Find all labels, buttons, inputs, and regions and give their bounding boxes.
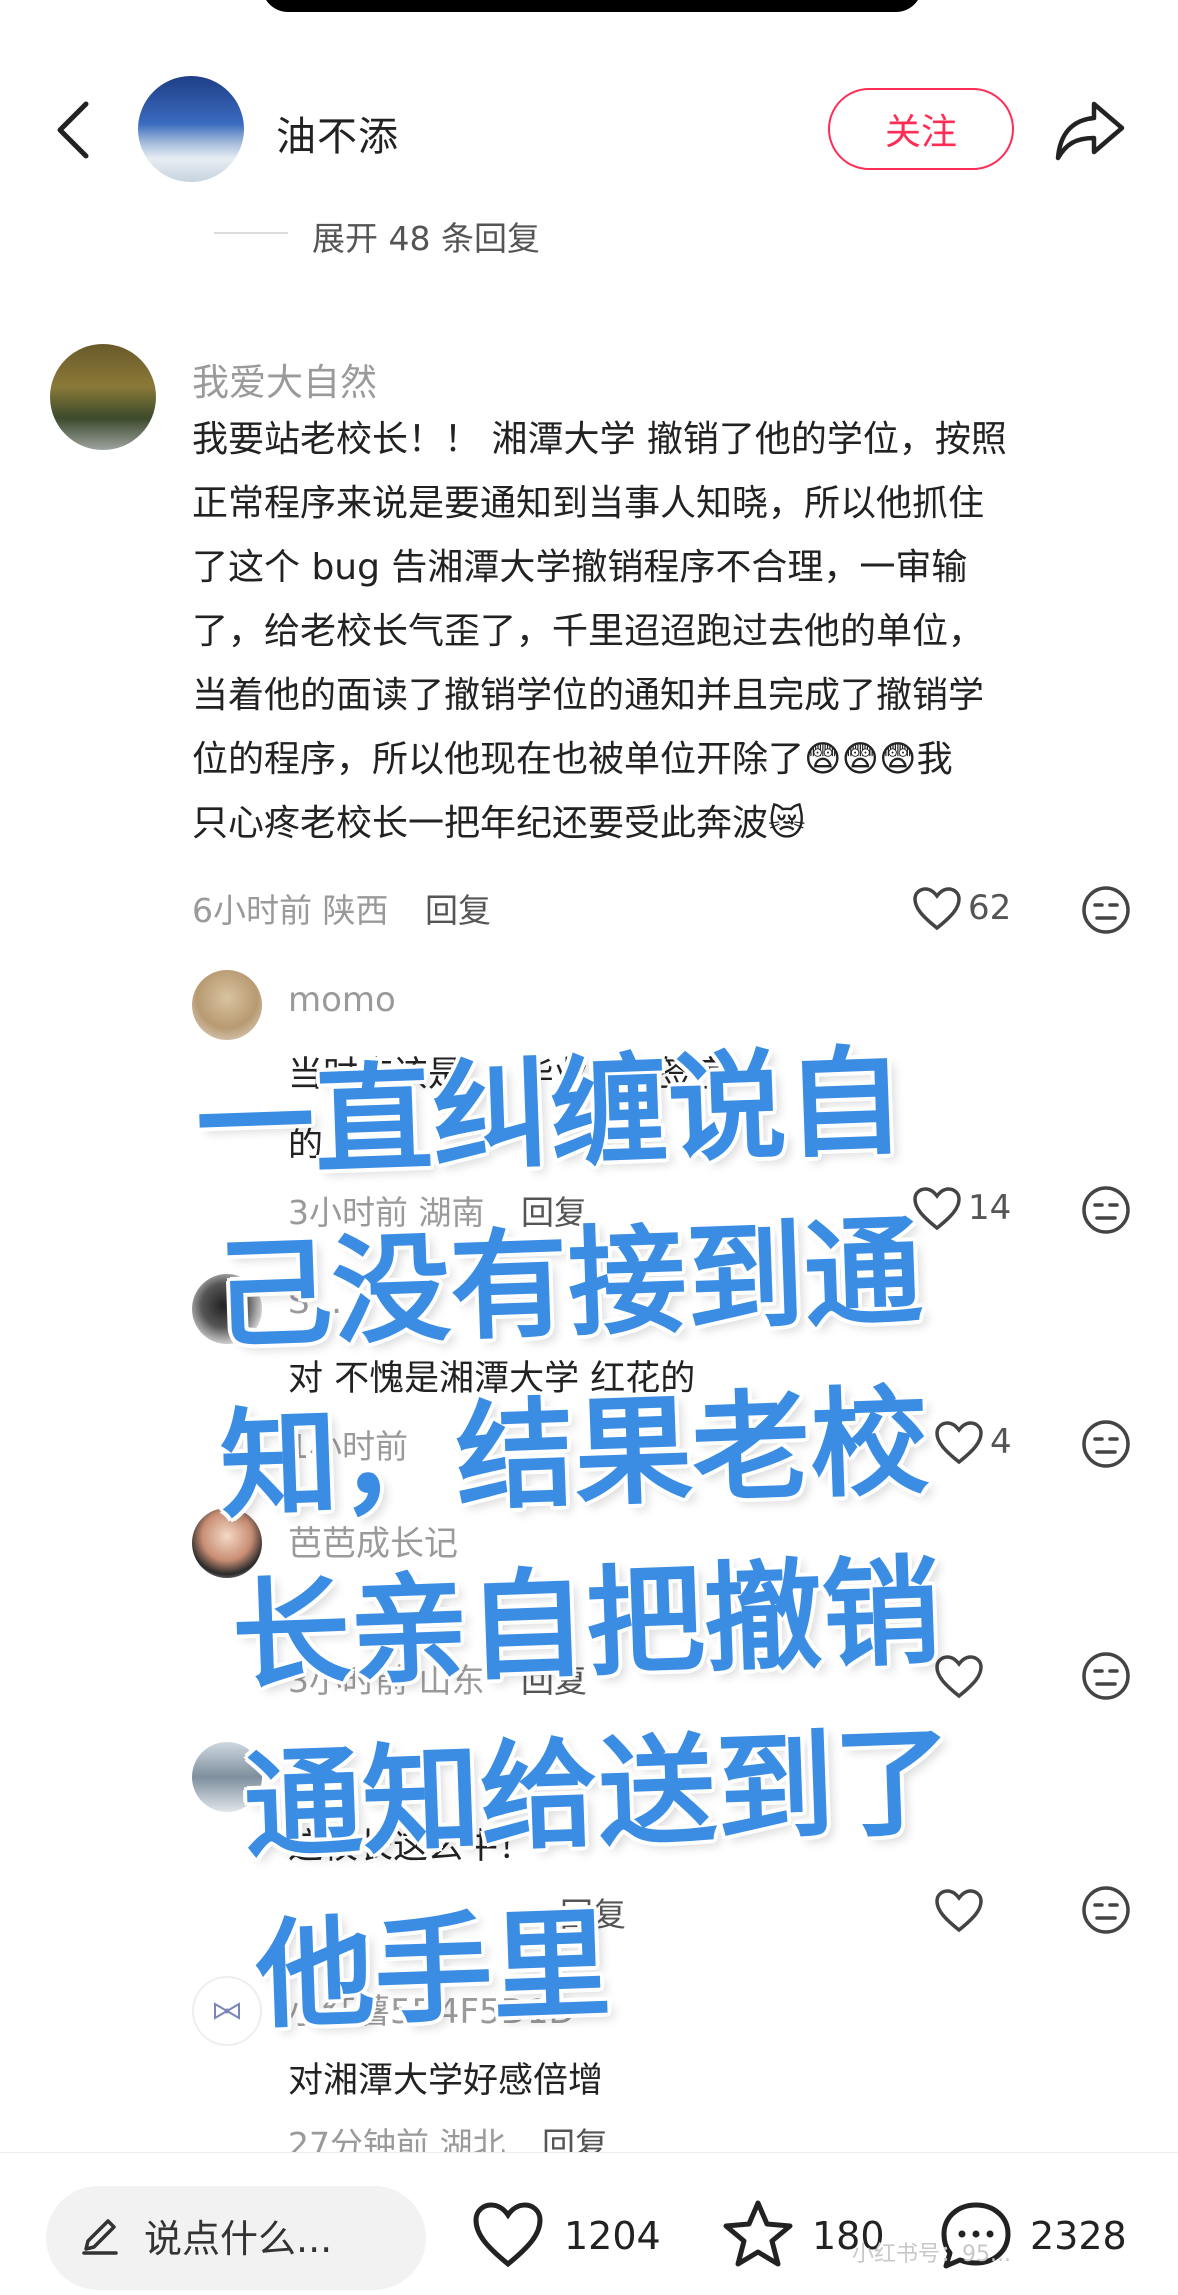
- reply-text: 对湘潭大学好感倍增: [288, 2061, 604, 2101]
- expand-divider: [214, 232, 288, 234]
- pencil-icon: [82, 2219, 118, 2255]
- reply-username[interactable]: momo: [288, 980, 396, 1020]
- overlay-caption-line: 己没有接到通: [211, 1202, 925, 1365]
- comment-line: 当着他的面读了撤销学位的通知并且完成了撤销学: [192, 675, 985, 716]
- overlay-caption-line: 长亲自把撤销: [229, 1542, 943, 1705]
- comment-input-placeholder[interactable]: 说点什么...: [144, 2208, 332, 2263]
- back-arrow-icon[interactable]: [52, 100, 100, 160]
- dislike-face-icon[interactable]: [1080, 1884, 1132, 1936]
- dislike-face-icon[interactable]: [1080, 1184, 1132, 1236]
- comment-line: 了这个 bug 告湘潭大学撤销程序不合理，一审输: [192, 547, 968, 588]
- comment-line: 了，给老校长气歪了，千里迢迢跑过去他的单位，: [192, 611, 985, 652]
- author-name[interactable]: 油不添: [276, 104, 399, 162]
- comment-line: 位的程序，所以他现在也被单位开除了😨😨😨我: [192, 739, 953, 780]
- dislike-face-icon[interactable]: [1080, 884, 1132, 936]
- overlay-caption-line: 他手里: [253, 1894, 613, 2045]
- overlay-caption-line: 知，结果老校: [217, 1372, 931, 1535]
- comment-avatar[interactable]: [50, 344, 156, 450]
- heart-icon[interactable]: [934, 1420, 984, 1466]
- bow-icon: [214, 2002, 240, 2020]
- comment-time: 6小时前: [192, 891, 312, 930]
- expand-replies-link[interactable]: 展开 48 条回复: [312, 212, 540, 260]
- heart-icon[interactable]: [912, 886, 962, 932]
- reply-avatar[interactable]: [192, 1976, 262, 2046]
- share-icon[interactable]: [1054, 98, 1126, 162]
- comment-line: 只心疼老校长一把年纪还要受此奔波😿: [192, 803, 806, 844]
- overlay-caption-line: 一直纠缠说自: [193, 1032, 907, 1195]
- dislike-face-icon[interactable]: [1080, 1418, 1132, 1470]
- reply-like-count: 4: [990, 1422, 1012, 1462]
- comment-body: 我要站老校长！！ 湘潭大学 撤销了他的学位，按照 正常程序来说是要通知到当事人知…: [192, 408, 1142, 856]
- comment-line: 正常程序来说是要通知到当事人知晓，所以他抓住: [192, 483, 985, 524]
- comment-username[interactable]: 我爱大自然: [192, 352, 377, 406]
- comment-count: 2328: [1030, 2214, 1127, 2258]
- comment-location: 陕西: [322, 891, 389, 930]
- comment-meta: 6小时前 陕西 回复: [192, 884, 491, 932]
- comment-like-count: 62: [968, 888, 1012, 928]
- watermark: 小红书号：95...: [852, 2242, 1011, 2267]
- status-bar-island: [262, 0, 922, 12]
- reply-like-count: 14: [968, 1188, 1012, 1228]
- comment-line: 我要站老校长！！ 湘潭大学 撤销了他的学位，按照: [192, 419, 1007, 460]
- follow-button[interactable]: 关注: [828, 88, 1014, 170]
- heart-icon[interactable]: [934, 1888, 984, 1934]
- dislike-face-icon[interactable]: [1080, 1650, 1132, 1702]
- like-count: 1204: [564, 2214, 661, 2258]
- star-icon[interactable]: [722, 2198, 794, 2270]
- reply-button[interactable]: 回复: [425, 891, 491, 930]
- author-avatar[interactable]: [138, 76, 244, 182]
- overlay-caption-line: 通知给送到了: [241, 1712, 955, 1875]
- like-heart-icon[interactable]: [472, 2200, 544, 2272]
